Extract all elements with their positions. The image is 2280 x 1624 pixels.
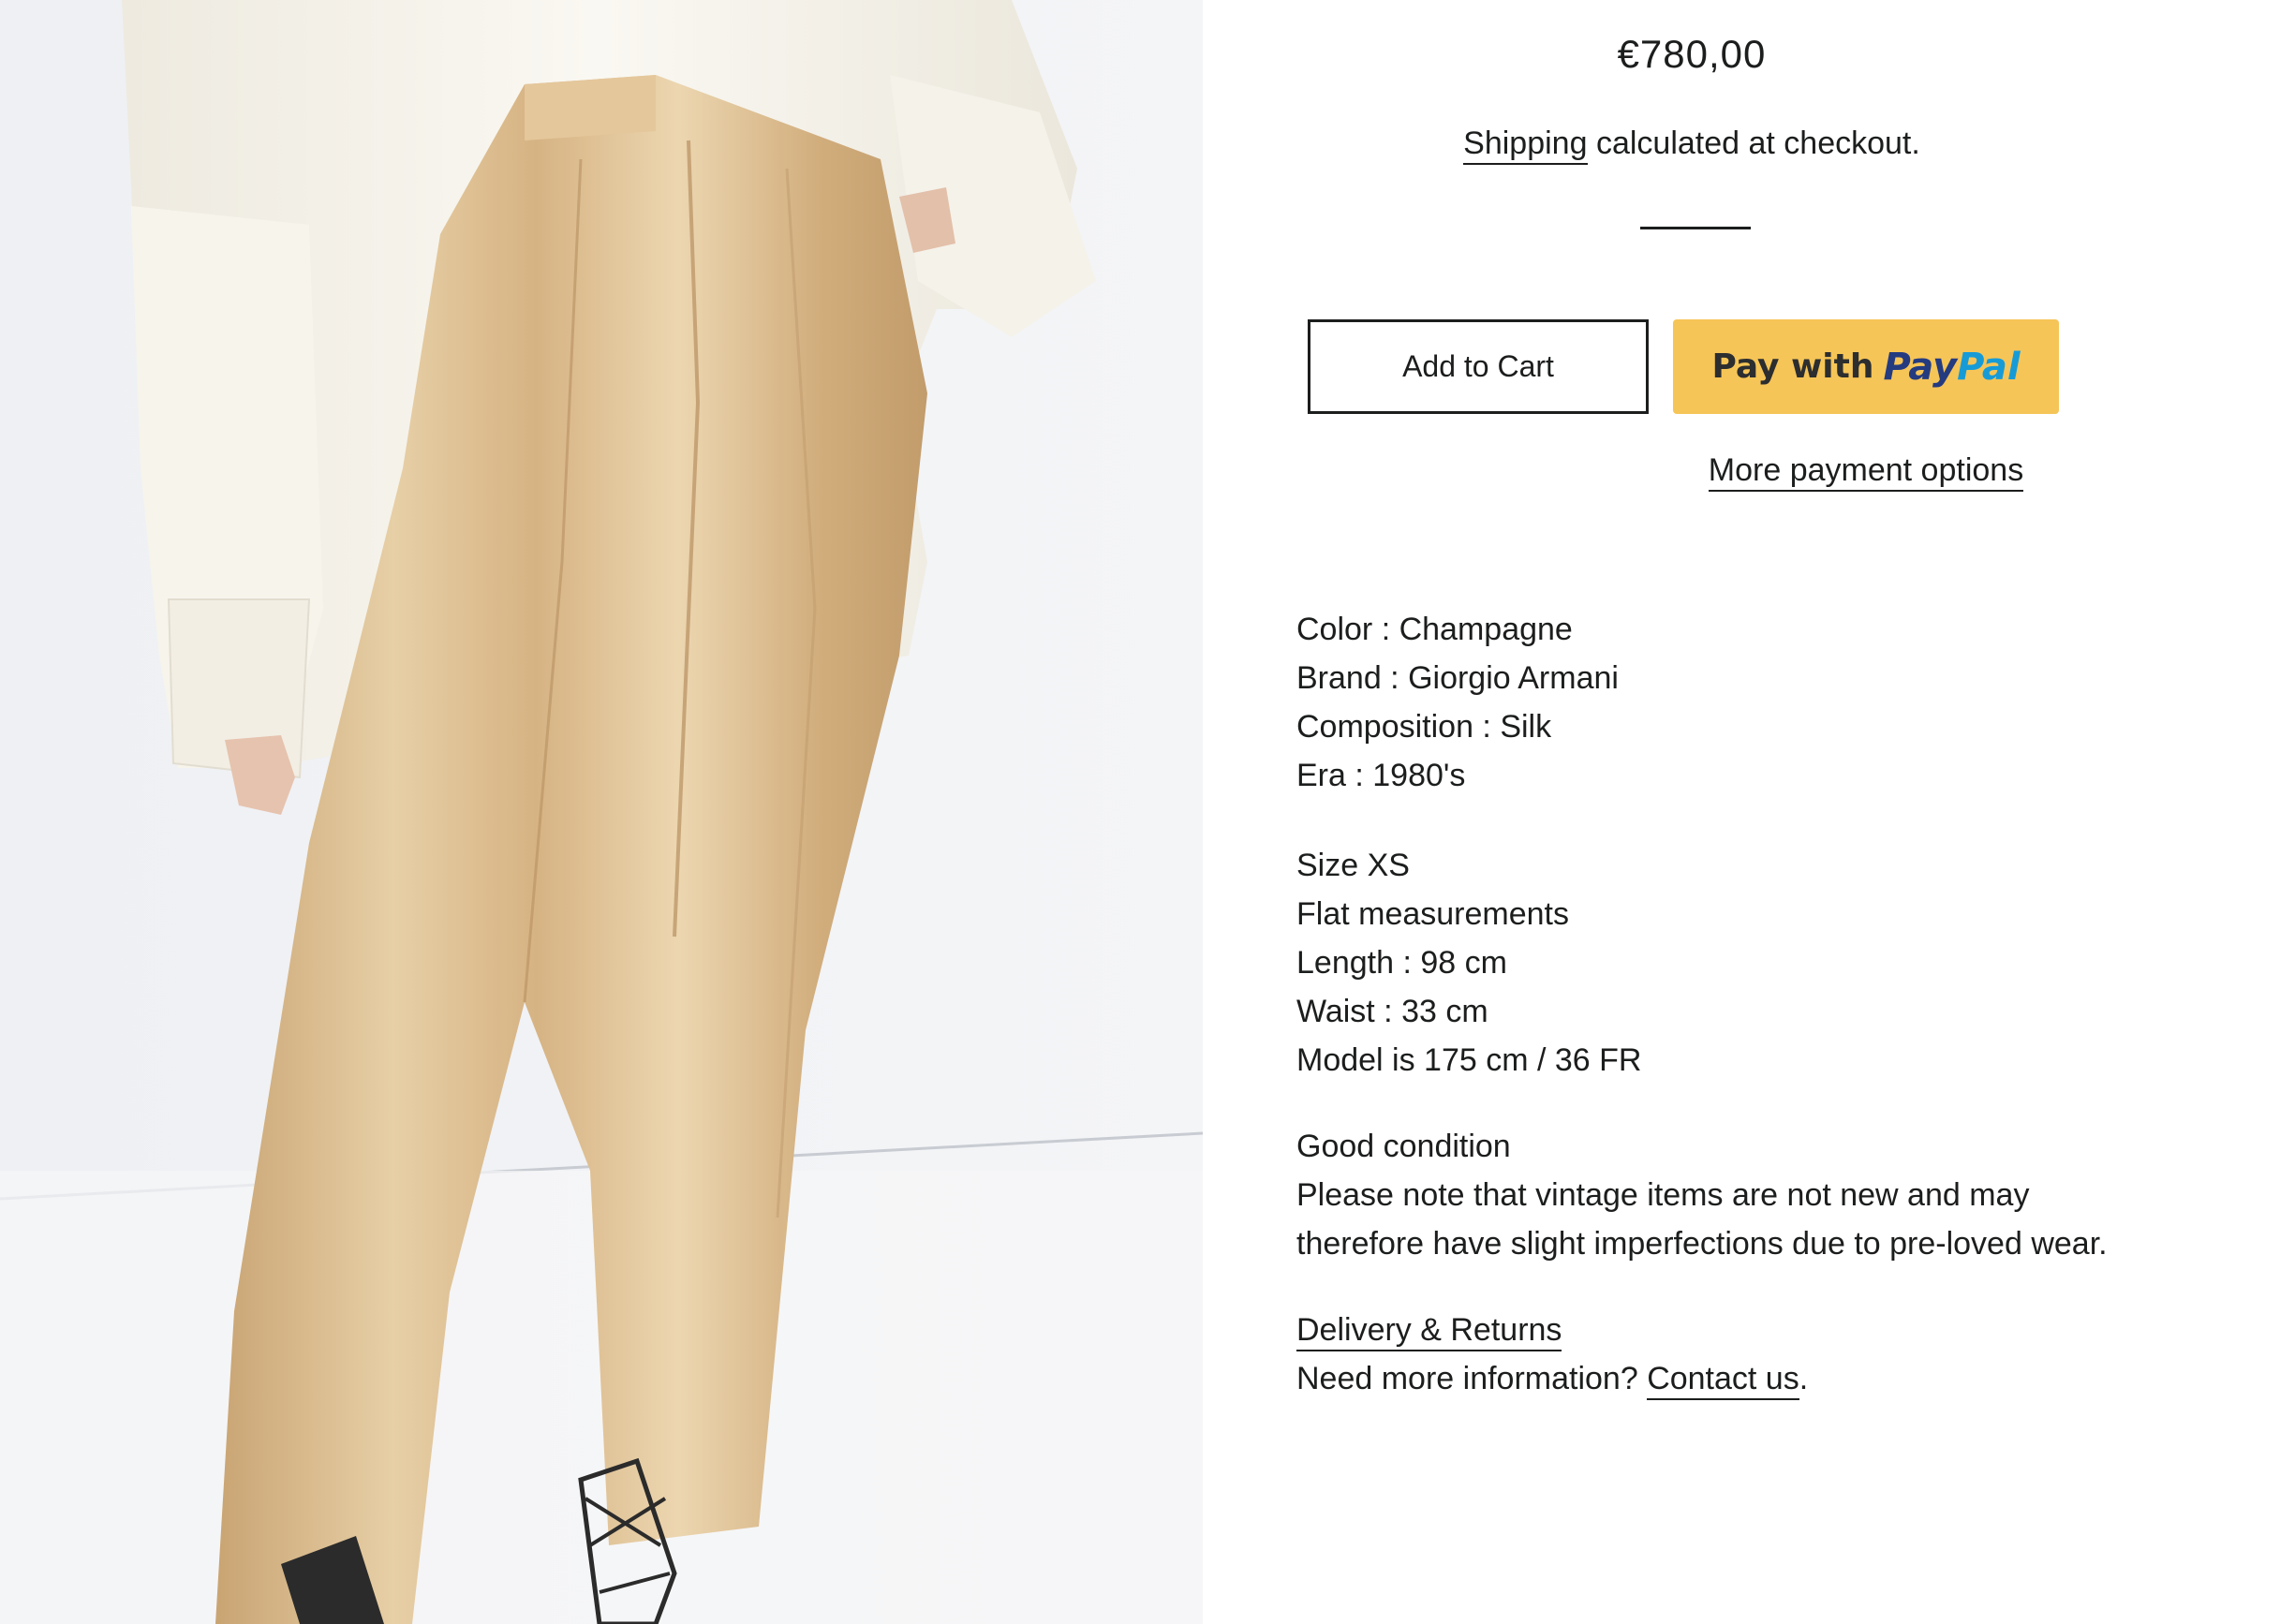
contact-us-link[interactable]: Contact us <box>1647 1361 1799 1400</box>
product-description: Color : Champagne Brand : Giorgio Armani… <box>1296 605 2121 1403</box>
shipping-note-text: calculated at checkout. <box>1587 125 1920 161</box>
product-image[interactable] <box>0 0 1203 1624</box>
condition-note: Please note that vintage items are not n… <box>1296 1177 2108 1262</box>
condition-title: Good condition <box>1296 1129 1511 1164</box>
product-page: €780,00 Shipping calculated at checkout.… <box>0 0 2280 1624</box>
divider <box>1640 227 1751 229</box>
waist-measurement: Waist : 33 cm <box>1296 994 1488 1029</box>
shipping-note: Shipping calculated at checkout. <box>1203 125 2181 165</box>
model-size: Model is 175 cm / 36 FR <box>1296 1042 1642 1078</box>
need-info-text: Need more information? <box>1296 1361 1648 1396</box>
attribute-era: Era : 1980's <box>1296 758 1466 793</box>
attribute-brand: Brand : Giorgio Armani <box>1296 660 1619 696</box>
product-info-panel: €780,00 Shipping calculated at checkout.… <box>1203 0 2280 1624</box>
contact-line: Need more information? Contact us. <box>1296 1354 2121 1403</box>
contact-suffix: . <box>1799 1361 1809 1396</box>
more-payment-options-link[interactable]: More payment options <box>1708 452 2024 492</box>
delivery-returns-link[interactable]: Delivery & Returns <box>1296 1312 1562 1351</box>
attribute-color: Color : Champagne <box>1296 612 1573 647</box>
attribute-composition: Composition : Silk <box>1296 709 1552 745</box>
product-price: €780,00 <box>1617 32 1767 76</box>
add-to-cart-button[interactable]: Add to Cart <box>1308 319 1649 414</box>
paypal-button-label: Pay with <box>1711 347 1874 386</box>
product-photo-illustration <box>0 0 1203 1624</box>
shipping-link[interactable]: Shipping <box>1463 125 1588 165</box>
more-payment-options: More payment options <box>1673 452 2059 492</box>
flat-measurements-label: Flat measurements <box>1296 896 1569 932</box>
size-label: Size XS <box>1296 848 1410 883</box>
paypal-logo-icon: PayPal <box>1883 346 2020 389</box>
paypal-logo-pay: Pay <box>1883 345 1958 389</box>
delivery-returns: Delivery & Returns <box>1296 1306 2121 1354</box>
paypal-button[interactable]: Pay with PayPal <box>1673 319 2059 414</box>
paypal-logo-pal: Pal <box>1957 345 2021 389</box>
length-measurement: Length : 98 cm <box>1296 945 1507 981</box>
